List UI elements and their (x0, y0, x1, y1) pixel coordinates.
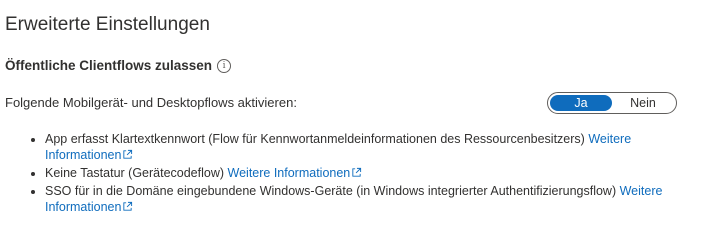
external-link-icon (123, 149, 133, 159)
flow-description: App erfasst Klartextkennwort (Flow für K… (45, 132, 589, 146)
enable-flows-toggle[interactable]: Ja Nein (547, 92, 677, 114)
list-item: Keine Tastatur (Gerätecodeflow) Weitere … (45, 165, 695, 181)
flow-list: App erfasst Klartextkennwort (Flow für K… (20, 131, 695, 217)
info-icon[interactable]: i (217, 58, 232, 73)
toggle-option-no[interactable]: Nein (612, 95, 674, 111)
toggle-option-yes[interactable]: Ja (550, 95, 612, 111)
section-title: Erweiterte Einstellungen (5, 14, 210, 35)
list-item: App erfasst Klartextkennwort (Flow für K… (45, 131, 695, 163)
learn-more-link[interactable]: Weitere Informationen (228, 166, 363, 180)
learn-more-link-label: Weitere Informationen (227, 166, 351, 180)
list-item: SSO für in die Domäne eingebundene Windo… (45, 183, 695, 215)
external-link-icon (123, 201, 133, 211)
public-client-flows-heading-label: Öffentliche Clientflows zulassen (5, 58, 213, 73)
public-client-flows-heading: Öffentliche Clientflows zulassen i (5, 58, 232, 73)
external-link-icon (352, 167, 362, 177)
toggle-label: Folgende Mobilgerät- und Desktopflows ak… (5, 95, 297, 110)
flow-description: SSO für in die Domäne eingebundene Windo… (45, 184, 620, 198)
flow-description: Keine Tastatur (Gerätecodeflow) (45, 166, 228, 180)
